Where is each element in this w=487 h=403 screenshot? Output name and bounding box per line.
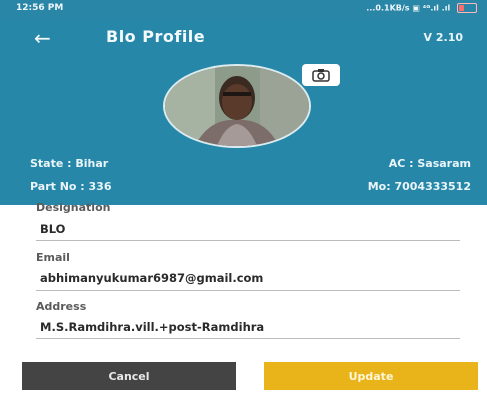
email-field[interactable]: abhimanyukumar6987@gmail.com (40, 271, 263, 285)
signal-icons: ▣ ⁴ᴳ.ıl .ıl (412, 3, 451, 13)
designation-underline (36, 240, 460, 241)
status-icons: ...0.1KB/s ▣ ⁴ᴳ.ıl .ıl (366, 3, 477, 13)
avatar (163, 64, 311, 148)
network-speed: ...0.1KB/s (366, 3, 410, 13)
arrow-left-icon[interactable]: ← (34, 26, 51, 50)
avatar-photo (165, 66, 309, 146)
part-info: Part No : 336 (30, 180, 112, 193)
email-label: Email (36, 251, 70, 264)
app-version: V 2.10 (423, 31, 463, 44)
profile-header: 12:56 PM ...0.1KB/s ▣ ⁴ᴳ.ıl .ıl ← Blo Pr… (0, 0, 487, 205)
designation-field[interactable]: BLO (40, 222, 65, 236)
status-bar: 12:56 PM ...0.1KB/s ▣ ⁴ᴳ.ıl .ıl (0, 0, 487, 18)
update-button[interactable]: Update (264, 362, 478, 390)
state-info: State : Bihar (30, 157, 109, 170)
camera-button[interactable] (302, 64, 340, 86)
address-label: Address (36, 300, 87, 313)
address-underline (36, 338, 460, 339)
cancel-button[interactable]: Cancel (22, 362, 236, 390)
email-underline (36, 290, 460, 291)
status-time: 12:56 PM (16, 3, 64, 13)
designation-label: Designation (36, 201, 111, 214)
mobile-info: Mo: 7004333512 (367, 180, 471, 193)
camera-icon (312, 69, 330, 82)
battery-icon (457, 3, 477, 13)
page-title: Blo Profile (106, 27, 206, 46)
address-field[interactable]: M.S.Ramdihra.vill.+post-Ramdihra (40, 320, 264, 334)
ac-info: AC : Sasaram (388, 157, 471, 170)
